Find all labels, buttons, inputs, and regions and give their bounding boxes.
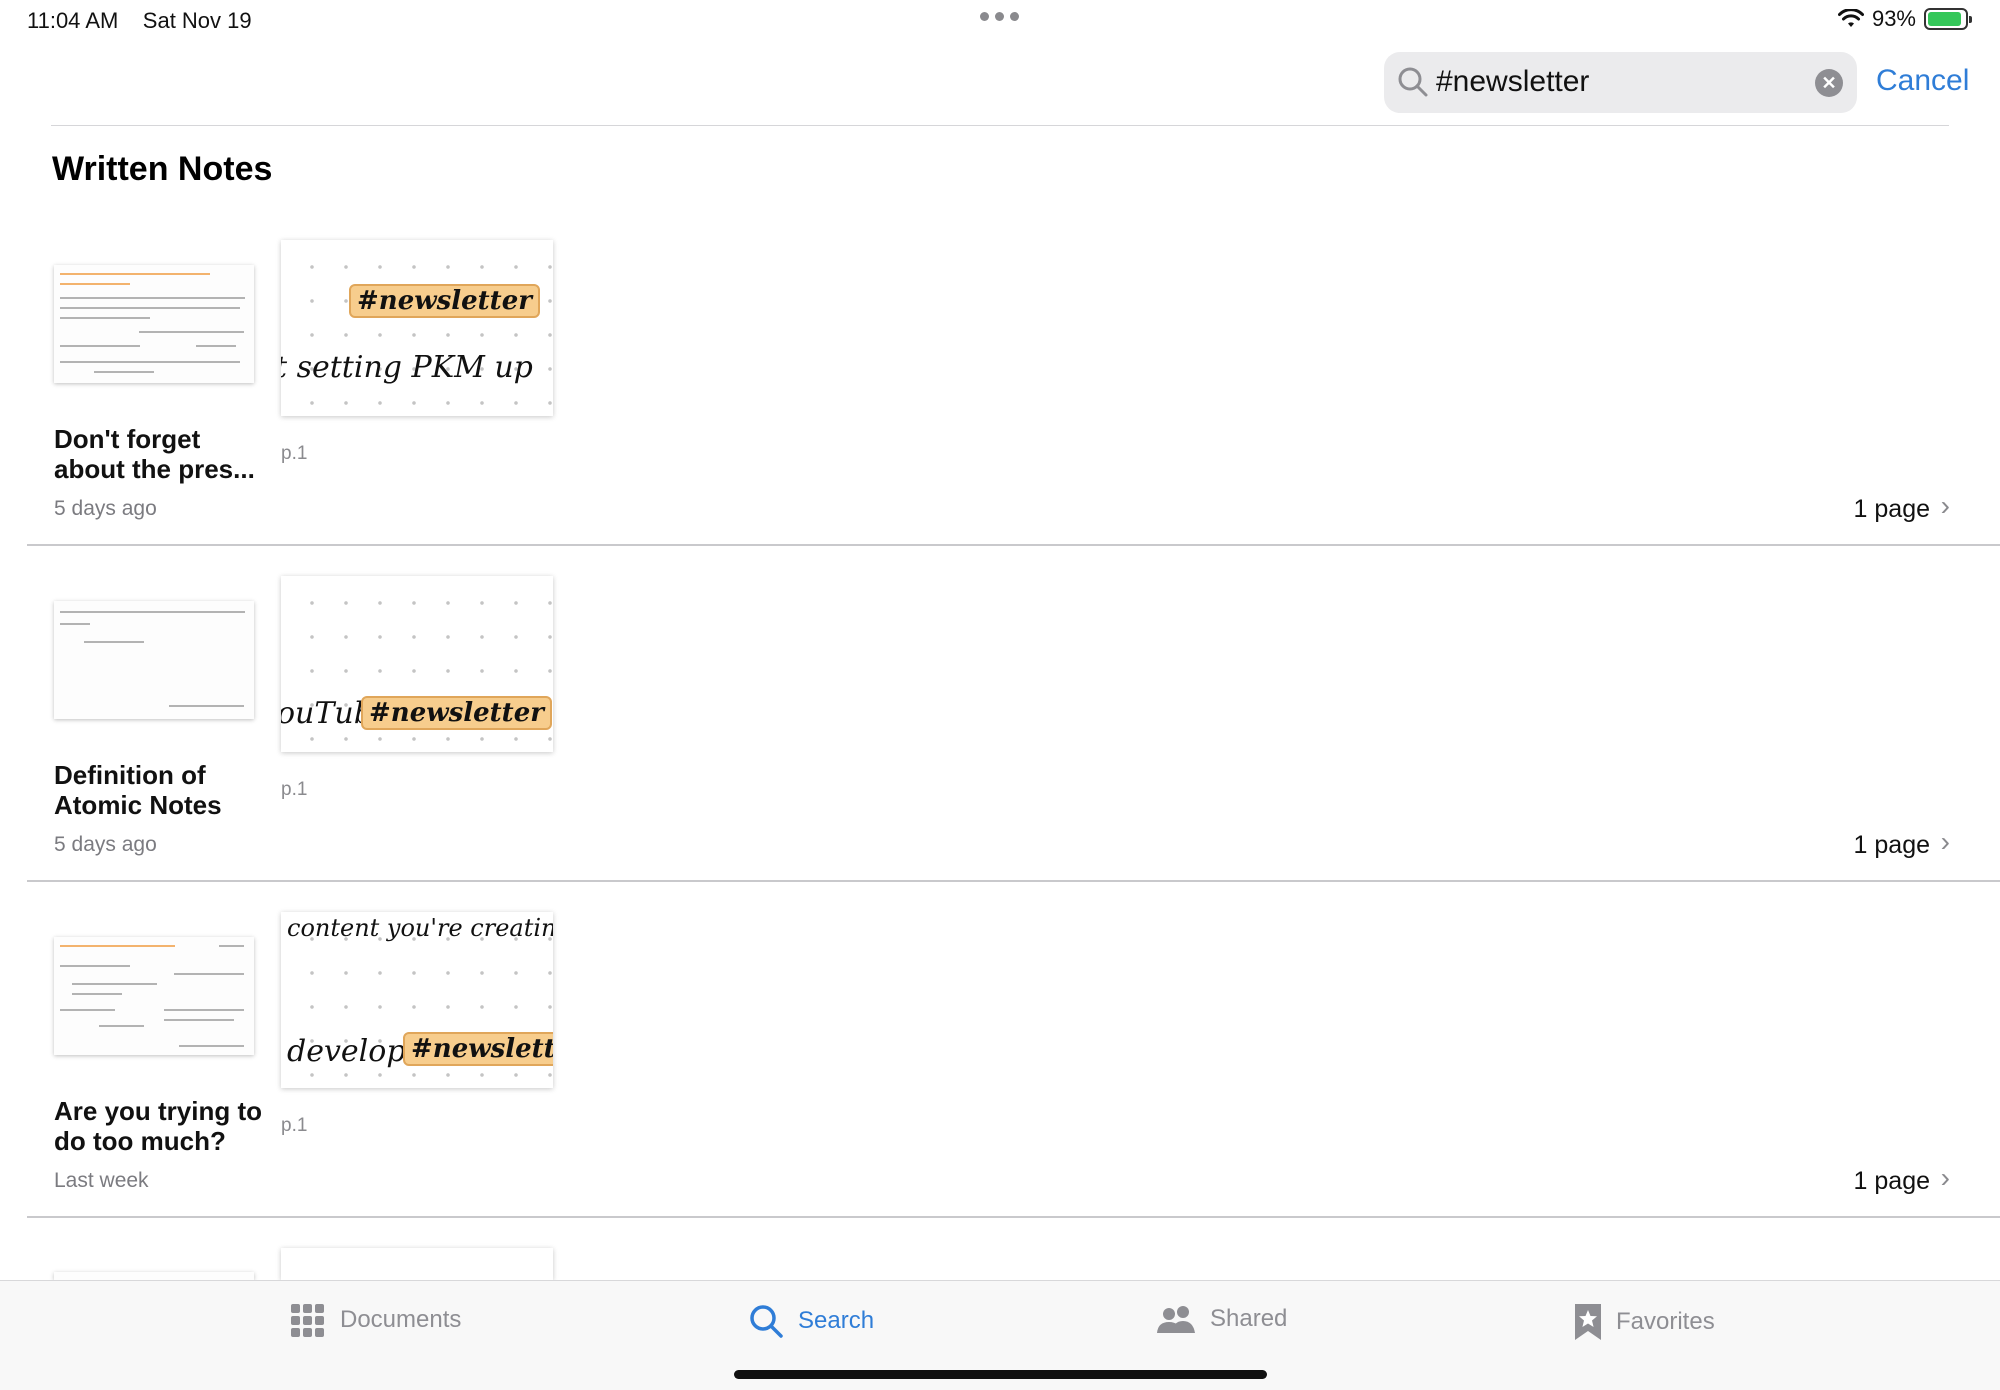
tab-label: Search (798, 1307, 875, 1334)
section-title: Written Notes (52, 150, 273, 188)
page-preview-thumbnail[interactable]: ouTube #newsletter (281, 576, 553, 752)
page-preview-thumbnail[interactable] (281, 1248, 553, 1280)
chevron-right-icon[interactable]: › (1941, 826, 1950, 858)
result-row[interactable]: #newsletter t setting PKM up Don't forge… (0, 210, 2000, 546)
chevron-right-icon[interactable]: › (1941, 1162, 1950, 1194)
page-count[interactable]: 1 page (1854, 831, 1930, 860)
tab-favorites[interactable]: Favorites (1574, 1303, 1715, 1341)
result-title: Don't forget about the pres... (54, 424, 255, 484)
battery-percent: 93% (1871, 6, 1916, 31)
tab-label: Documents (340, 1306, 462, 1333)
result-date: 5 days ago (54, 497, 157, 520)
home-indicator[interactable] (734, 1370, 1267, 1379)
search-field[interactable]: ✕ (1384, 52, 1857, 113)
result-row[interactable]: content you're creating develop #newslet… (0, 882, 2000, 1218)
status-indicators: 93% (1837, 6, 1972, 32)
status-bar: 11:04 AM Sat Nov 19 93% (0, 0, 2000, 42)
page-count[interactable]: 1 page (1854, 495, 1930, 524)
grid-icon (291, 1304, 324, 1337)
result-date: Last week (54, 1169, 149, 1192)
tab-search[interactable]: Search (748, 1303, 874, 1339)
status-clock: 11:04 AM (27, 8, 119, 33)
result-row[interactable]: ouTube #newsletter Definition of Atomic … (0, 546, 2000, 882)
people-icon (1157, 1306, 1195, 1333)
tab-label: Favorites (1616, 1308, 1715, 1335)
tag-highlight: #newsletter (361, 696, 552, 730)
document-thumbnail[interactable] (54, 1272, 254, 1280)
tab-shared[interactable]: Shared (1156, 1303, 1287, 1335)
status-date: Sat Nov 19 (142, 8, 252, 33)
tag-highlight: #newsletter (349, 284, 540, 318)
handwriting-snippet: t setting PKM up (281, 350, 533, 385)
tab-label: Shared (1210, 1305, 1288, 1332)
page-number-label: p.1 (281, 1115, 308, 1136)
battery-icon (1924, 8, 1972, 30)
search-input[interactable] (1436, 60, 1796, 104)
page-number-label: p.1 (281, 443, 308, 464)
search-icon (1398, 67, 1428, 97)
result-title: Are you trying to do too much? (54, 1096, 263, 1156)
search-icon (750, 1305, 783, 1338)
result-title: Definition of Atomic Notes (54, 760, 222, 820)
tab-documents[interactable]: Documents (290, 1303, 461, 1337)
result-date: 5 days ago (54, 833, 157, 856)
handwriting-snippet: develop (287, 1034, 406, 1069)
search-header: ✕ Cancel (0, 52, 2000, 114)
wifi-icon (1837, 9, 1864, 27)
cancel-button[interactable]: Cancel (1876, 64, 1969, 98)
page-preview-thumbnail[interactable]: content you're creating develop #newslet… (281, 912, 553, 1088)
tag-highlight: #newsletter (403, 1032, 553, 1066)
bookmark-star-icon (1575, 1304, 1601, 1340)
header-divider (51, 125, 1949, 126)
page-preview-thumbnail[interactable]: #newsletter t setting PKM up (281, 240, 553, 416)
page-count[interactable]: 1 page (1854, 1167, 1930, 1196)
document-thumbnail[interactable] (54, 265, 254, 383)
multitasking-dots-icon[interactable] (980, 12, 1019, 21)
document-thumbnail[interactable] (54, 601, 254, 719)
document-thumbnail[interactable] (54, 937, 254, 1055)
page-number-label: p.1 (281, 779, 308, 800)
handwriting-snippet: content you're creating (287, 914, 553, 942)
clear-search-icon[interactable]: ✕ (1815, 69, 1843, 97)
row-divider (27, 1216, 2000, 1218)
status-time: 11:04 AM Sat Nov 19 (27, 8, 252, 34)
chevron-right-icon[interactable]: › (1941, 490, 1950, 522)
